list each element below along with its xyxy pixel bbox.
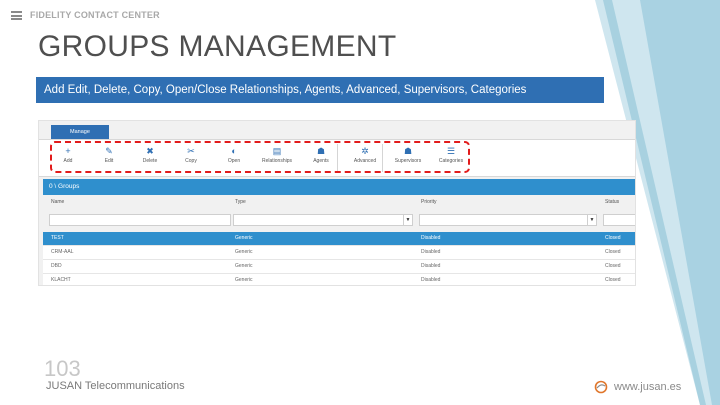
cell-status: Closed [605,249,621,255]
name-filter-input[interactable] [49,214,231,226]
chevron-down-icon: ▼ [403,215,412,225]
page-title: GROUPS MANAGEMENT [38,30,397,63]
cell-priority: Disabled [421,277,441,283]
cell-priority: Disabled [421,235,441,241]
table-row[interactable]: CRM-AAL Generic Disabled Closed [43,246,635,260]
table-header: Name Type Priority Status [43,199,635,209]
table-row[interactable]: TEST Generic Disabled Closed [43,232,635,246]
globe-icon [594,380,608,394]
column-header-status[interactable]: Status [605,199,619,205]
cell-priority: Disabled [421,249,441,255]
app-screenshot: Manage + Add ✎ Edit ✖ Delete ✂ Copy ◐ Open ▤ Relati… [38,120,636,286]
cell-type: Generic [235,263,253,269]
column-header-priority[interactable]: Priority [421,199,437,205]
cell-type: Generic [235,235,253,241]
column-header-name[interactable]: Name [51,199,64,205]
cell-status: Closed [605,235,621,241]
company-name: JUSAN Telecommunications [46,380,185,392]
groups-header: 0 \ Groups [43,179,635,195]
cell-priority: Disabled [421,263,441,269]
status-filter-select[interactable] [603,214,635,226]
table-row[interactable]: KLACHT Generic Disabled Closed [43,274,635,285]
feature-banner: Add Edit, Delete, Copy, Open/Close Relat… [36,77,604,103]
cell-type: Generic [235,277,253,283]
priority-filter-select[interactable]: ▼ [419,214,597,226]
cell-status: Closed [605,263,621,269]
cell-name: CRM-AAL [51,249,74,255]
page-number: 103 [44,356,81,381]
chevron-down-icon: ▼ [587,215,596,225]
type-filter-select[interactable]: ▼ [233,214,413,226]
cell-name: TEST [51,235,64,241]
filter-row: ▼ ▼ [43,214,635,228]
cell-type: Generic [235,249,253,255]
website-link[interactable]: www.jusan.es [614,381,681,393]
tab-manage[interactable]: Manage [51,125,109,139]
column-header-type[interactable]: Type [235,199,246,205]
highlight-box [50,141,470,173]
cell-name: DBD [51,263,62,269]
cell-status: Closed [605,277,621,283]
cell-name: KLACHT [51,277,71,283]
menu-icon [11,11,22,20]
brand-name: FIDELITY CONTACT CENTER [30,10,160,20]
table-row[interactable]: DBD Generic Disabled Closed [43,260,635,274]
